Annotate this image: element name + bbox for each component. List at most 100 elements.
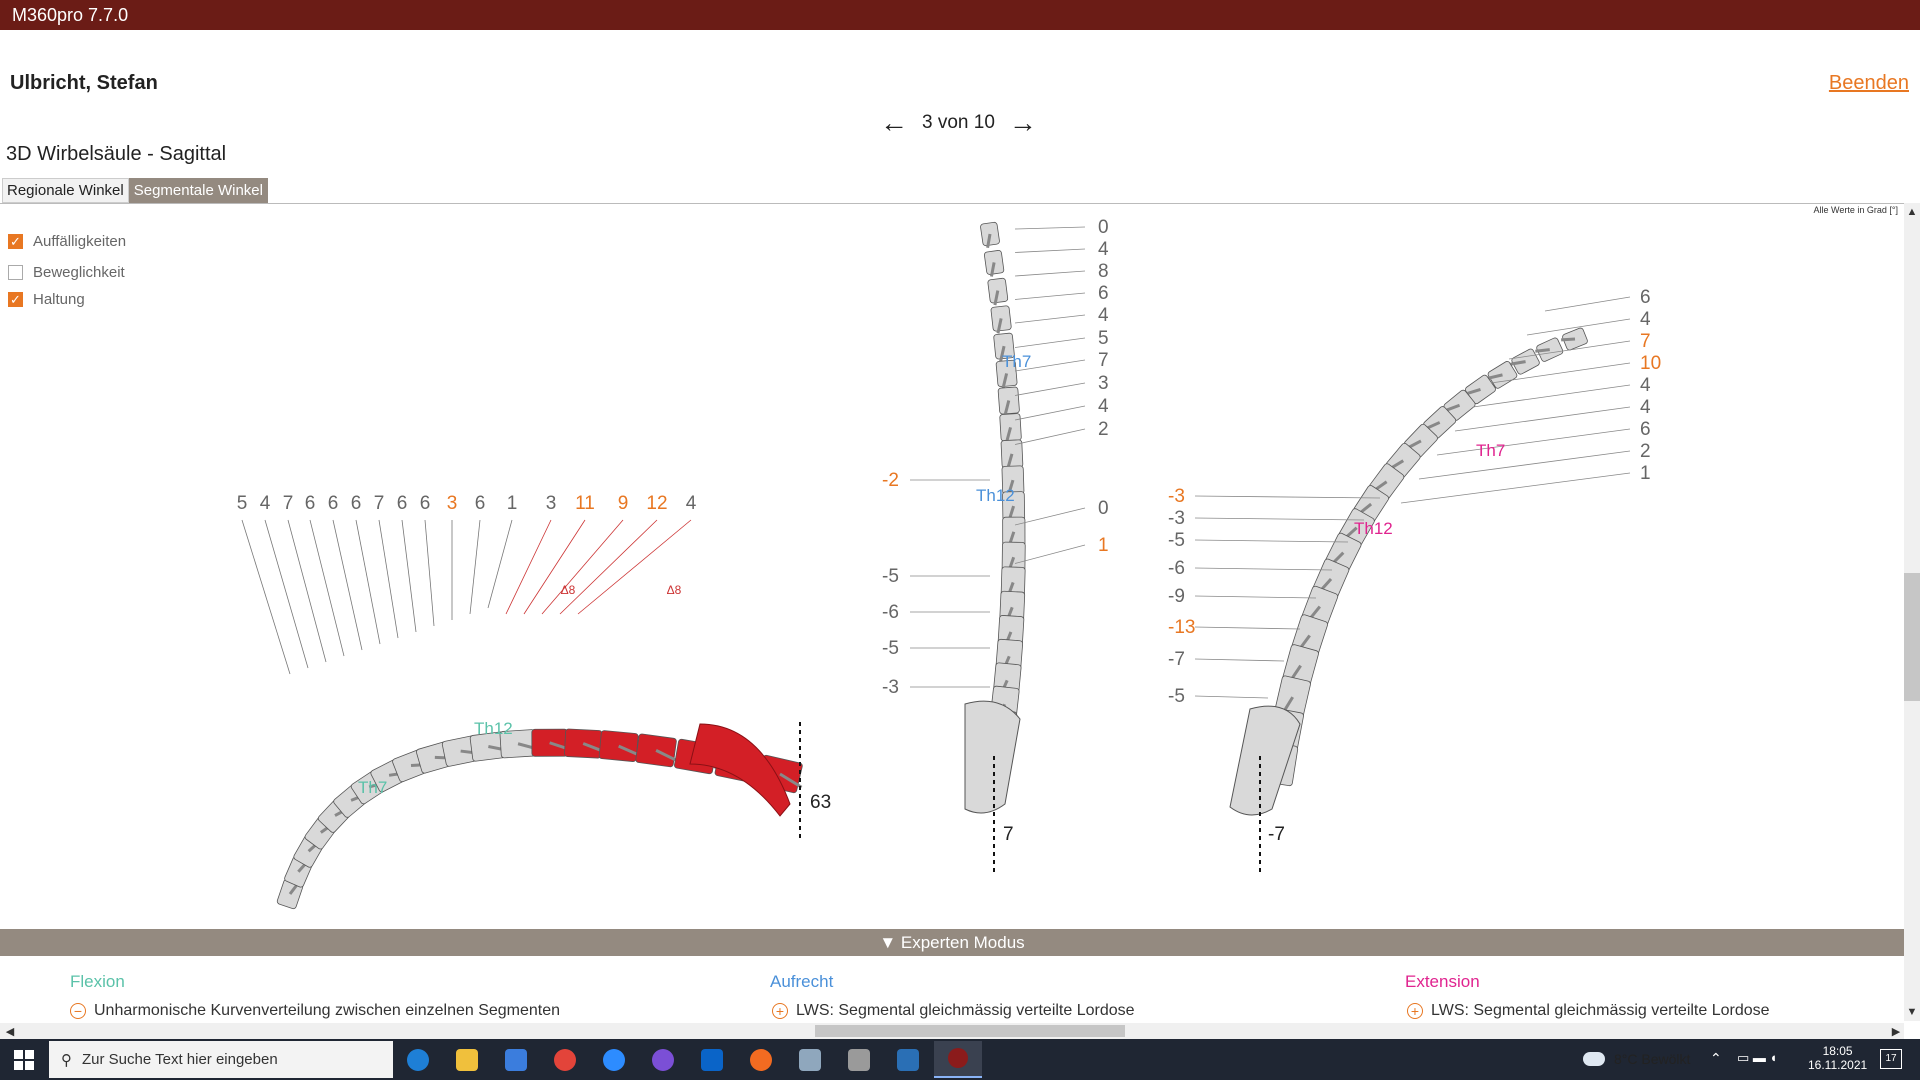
patient-name: Ulbricht, Stefan: [10, 72, 158, 94]
chrome-icon[interactable]: [554, 1049, 576, 1071]
photos-icon[interactable]: [897, 1049, 919, 1071]
tab-segmental-angles[interactable]: Segmentale Winkel: [128, 178, 268, 203]
angle-leader: [264, 519, 309, 669]
left-angle-value: -9: [1168, 586, 1185, 607]
angle-leader: [1194, 695, 1269, 699]
clock-date: 16.11.2021: [1808, 1058, 1868, 1072]
right-angle-value: 2: [1098, 419, 1109, 440]
angle-leader: [1194, 567, 1333, 571]
edge-browser-icon[interactable]: [407, 1049, 429, 1071]
extension-spine: 6471044621-3-3-5-6-9-13-7-5Th7Th12-7: [1168, 287, 1661, 872]
taskbar-active-app[interactable]: [934, 1041, 982, 1078]
horizontal-scroll-thumb[interactable]: [815, 1025, 1125, 1037]
app-titlebar: M360pro 7.7.0: [0, 0, 1920, 30]
tray-icons[interactable]: ▭ ▬ ◖: [1737, 1050, 1777, 1066]
app-title: M360pro 7.7.0: [12, 5, 129, 25]
finding-text: LWS: Segmental gleichmässig verteilte Lo…: [796, 1002, 1135, 1019]
quit-link[interactable]: Beenden: [1829, 72, 1909, 95]
view-title: 3D Wirbelsäule - Sagittal: [6, 143, 227, 165]
taskbar-search[interactable]: ⚲ Zur Suche Text hier eingeben: [49, 1041, 393, 1078]
scroll-left-icon[interactable]: ◀: [2, 1025, 18, 1038]
next-arrow-icon[interactable]: →: [1009, 109, 1037, 137]
right-angle-value: 1: [1098, 535, 1109, 556]
right-angle-value: 4: [1640, 375, 1651, 396]
cloud-icon: [1583, 1052, 1605, 1066]
scroll-right-icon[interactable]: ▶: [1888, 1025, 1904, 1038]
left-angle-value: -2: [882, 470, 899, 491]
m360-app-icon: [948, 1048, 968, 1068]
right-angle-value: 3: [1098, 373, 1109, 394]
minus-circle-icon: −: [70, 1003, 86, 1019]
right-angle-value: 4: [1640, 397, 1651, 418]
angle-leader: [1454, 406, 1631, 432]
angle-leader: [1014, 226, 1086, 230]
segment-angle-value: 3: [546, 493, 557, 514]
triangle-down-icon: ▼: [879, 933, 897, 952]
expert-mode-label: Experten Modus: [900, 933, 1025, 952]
chevron-up-icon[interactable]: ⌃: [1710, 1050, 1722, 1067]
flexion-spine: 5 4 7 6 6 6 7 6 6 3 6 1 3 11 9 12 4Δ8 Δ8Th7Th1263: [237, 493, 831, 910]
plus-circle-icon: +: [1407, 1003, 1423, 1019]
column-title-upright: Aufrecht: [770, 972, 834, 991]
angle-leader: [1194, 495, 1381, 499]
angle-leader: [1400, 472, 1631, 504]
left-angle-value: -3: [1168, 508, 1185, 529]
right-angle-value: 4: [1098, 305, 1109, 326]
right-angle-value: 7: [1640, 331, 1651, 352]
windows-start-icon[interactable]: [14, 1050, 34, 1070]
finding-extension: + LWS: Segmental gleichmässig verteilte …: [1407, 1002, 1770, 1020]
angle-leader: [469, 519, 481, 615]
circle-app-icon[interactable]: [652, 1049, 674, 1071]
zoom-icon[interactable]: [603, 1049, 625, 1071]
finding-flexion: − Unharmonische Kurvenverteilung zwische…: [70, 1002, 560, 1020]
right-angle-value: 10: [1640, 353, 1661, 374]
outlook-icon[interactable]: [701, 1049, 723, 1071]
right-angle-value: 4: [1098, 396, 1109, 417]
scroll-up-icon[interactable]: ▲: [1904, 206, 1920, 218]
segment-angle-value: 7: [374, 493, 385, 514]
expert-mode-toggle[interactable]: ▼ Experten Modus: [0, 929, 1904, 956]
angle-leader: [1436, 428, 1631, 456]
angle-leader: [378, 519, 399, 639]
weather-text[interactable]: 8°C Bewölkt: [1614, 1051, 1690, 1067]
previous-arrow-icon[interactable]: ←: [880, 109, 908, 137]
notification-icon[interactable]: 17: [1880, 1049, 1902, 1069]
angle-leader: [309, 519, 345, 657]
left-angle-value: -5: [882, 638, 899, 659]
right-angle-value: 6: [1640, 419, 1651, 440]
plus-circle-icon: +: [772, 1003, 788, 1019]
right-angle-value: 1: [1640, 463, 1651, 484]
firefox-icon[interactable]: [750, 1049, 772, 1071]
vertebra: [598, 730, 639, 762]
segment-angle-value: 3: [447, 493, 458, 514]
right-angle-value: 0: [1098, 498, 1109, 519]
left-angle-value: -5: [882, 566, 899, 587]
angle-leader: [505, 519, 552, 615]
right-angle-value: 4: [1640, 309, 1651, 330]
vertebra-label-th7: Th7: [358, 778, 387, 797]
finding-upright: + LWS: Segmental gleichmässig verteilte …: [772, 1002, 1135, 1020]
clock[interactable]: 18:05 16.11.2021: [1808, 1044, 1867, 1072]
delta-label: Δ8: [667, 583, 682, 597]
right-angle-value: 8: [1098, 261, 1109, 282]
angle-leader: [1014, 382, 1086, 396]
left-angle-value: -6: [1168, 558, 1185, 579]
network-app-icon[interactable]: [799, 1049, 821, 1071]
total-angle: 63: [810, 792, 831, 813]
segment-angle-value: 6: [351, 493, 362, 514]
segment-angle-value: 4: [686, 493, 697, 514]
left-angle-value: -13: [1168, 617, 1195, 638]
right-angle-value: 6: [1640, 287, 1651, 308]
files-app-icon[interactable]: [505, 1049, 527, 1071]
angle-leader: [559, 519, 658, 615]
file-explorer-icon[interactable]: [456, 1049, 478, 1071]
vertical-scroll-thumb[interactable]: [1904, 573, 1920, 701]
left-angle-value: -5: [1168, 686, 1185, 707]
angle-leader: [1418, 450, 1631, 480]
tab-regional-angles[interactable]: Regionale Winkel: [2, 178, 129, 203]
scroll-down-icon[interactable]: ▼: [1904, 1006, 1920, 1018]
segment-angle-value: 6: [397, 493, 408, 514]
angle-leader: [1544, 296, 1631, 312]
gimp-icon[interactable]: [848, 1049, 870, 1071]
sacrum: [964, 700, 1021, 814]
